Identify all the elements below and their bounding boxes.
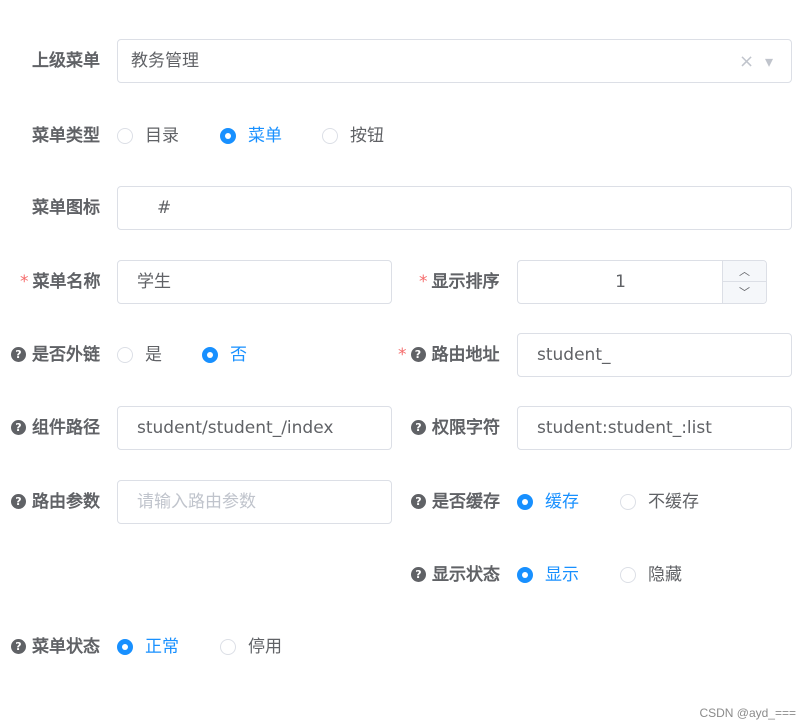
chevron-up-icon: ︿ (739, 265, 750, 278)
radio-circle-icon (620, 494, 636, 510)
cache-label: ? 是否缓存 (411, 480, 500, 524)
cache-radio-no-cache[interactable]: 不缓存 (620, 480, 699, 524)
route-path-input[interactable]: student_ (517, 333, 792, 377)
visible-radio-show[interactable]: 显示 (517, 553, 579, 597)
menu-type-radio-menu[interactable]: 菜单 (220, 114, 282, 158)
status-label: ? 菜单状态 (11, 625, 100, 669)
status-radio-disabled[interactable]: 停用 (220, 625, 282, 669)
parent-menu-label: 上级菜单 (32, 51, 100, 71)
required-mark: * (419, 272, 428, 292)
chevron-down-icon[interactable]: ▾ (765, 40, 773, 84)
radio-checked-icon (220, 128, 236, 144)
menu-type-radio-directory[interactable]: 目录 (117, 114, 179, 158)
radio-checked-icon (517, 494, 533, 510)
external-link-radio-no[interactable]: 否 (202, 333, 247, 377)
chevron-down-icon: ﹀ (739, 286, 750, 299)
radio-circle-icon (220, 639, 236, 655)
parent-menu-select[interactable]: 教务管理 (117, 39, 792, 83)
external-link-radio-yes[interactable]: 是 (117, 333, 162, 377)
radio-circle-icon (322, 128, 338, 144)
status-radio-normal[interactable]: 正常 (117, 625, 179, 669)
radio-checked-icon (517, 567, 533, 583)
parent-menu-value: 教务管理 (131, 51, 199, 71)
display-order-stepper[interactable]: 1 ︿ ﹀ (517, 260, 767, 304)
menu-name-input[interactable]: 学生 (117, 260, 392, 304)
increase-button[interactable]: ︿ (722, 261, 766, 282)
route-params-input[interactable] (117, 480, 392, 524)
decrease-button[interactable]: ﹀ (722, 282, 766, 303)
menu-type-label: 菜单类型 (32, 126, 100, 146)
radio-circle-icon (117, 347, 133, 363)
question-circle-icon[interactable]: ? (411, 420, 426, 435)
external-link-label: ? 是否外链 (11, 333, 100, 377)
question-circle-icon[interactable]: ? (11, 420, 26, 435)
route-path-label: *? 路由地址 (398, 345, 500, 365)
menu-icon-label: 菜单图标 (32, 198, 100, 218)
question-circle-icon[interactable]: ? (410, 347, 426, 362)
menu-icon-value: # (157, 198, 172, 218)
menu-type-radio-button[interactable]: 按钮 (322, 114, 384, 158)
display-order-value[interactable]: 1 (518, 261, 723, 303)
visible-label: ? 显示状态 (411, 553, 500, 597)
required-mark: * (20, 272, 29, 292)
clear-icon[interactable]: × (739, 40, 754, 84)
radio-circle-icon (620, 567, 636, 583)
question-circle-icon[interactable]: ? (411, 567, 426, 582)
menu-name-label: * 菜单名称 (20, 272, 101, 292)
display-order-label: * 显示排序 (419, 272, 500, 292)
question-circle-icon[interactable]: ? (11, 347, 26, 362)
question-circle-icon[interactable]: ? (11, 639, 26, 654)
route-params-label: ? 路由参数 (11, 480, 100, 524)
radio-checked-icon (117, 639, 133, 655)
radio-checked-icon (202, 347, 218, 363)
permission-input[interactable]: student:student_:list (517, 406, 792, 450)
required-mark: * (398, 345, 407, 365)
radio-circle-icon (117, 128, 133, 144)
watermark: CSDN @ayd_=== (699, 706, 796, 720)
permission-label: ? 权限字符 (411, 406, 500, 450)
cache-radio-cache[interactable]: 缓存 (517, 480, 579, 524)
visible-radio-hide[interactable]: 隐藏 (620, 553, 682, 597)
menu-icon-input[interactable]: # (117, 186, 792, 230)
question-circle-icon[interactable]: ? (11, 494, 26, 509)
component-path-label: ? 组件路径 (11, 406, 100, 450)
component-path-input[interactable]: student/student_/index (117, 406, 392, 450)
question-circle-icon[interactable]: ? (411, 494, 426, 509)
